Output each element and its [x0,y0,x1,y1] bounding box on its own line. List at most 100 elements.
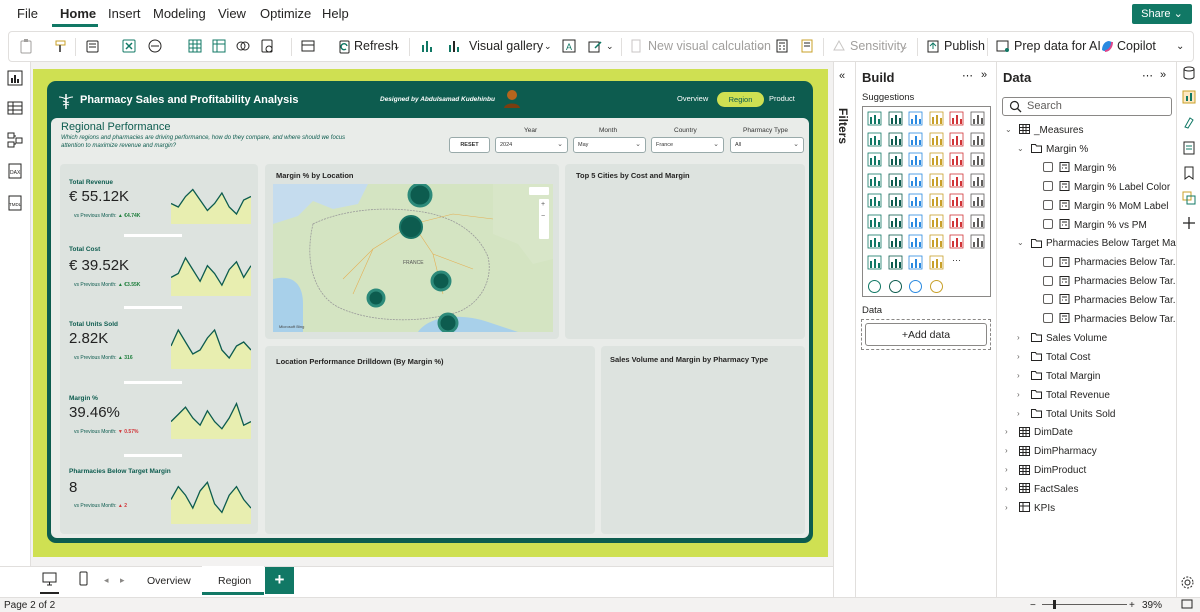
refresh-icon[interactable] [337,39,353,55]
data-search-input[interactable]: Search [1002,97,1172,116]
copilot-icon[interactable] [1099,38,1115,54]
100-column-visual-icon[interactable] [970,111,985,126]
drilldown-card[interactable] [265,346,595,534]
qa-visual-icon[interactable] [908,214,923,229]
nav-product[interactable]: Product [769,94,795,103]
field-measure[interactable]: Pharmacies Below Tar... [1043,313,1181,325]
build-more-icon[interactable]: ⋯ [962,69,973,82]
paste-icon[interactable] [19,38,35,54]
france-map[interactable]: FRANCE Microsoft Bing + − [273,184,553,332]
table-view-icon[interactable] [7,100,23,116]
new-visual-icon[interactable] [419,38,435,54]
paginated-visual-icon[interactable] [949,214,964,229]
field-measure[interactable]: Pharmacies Below Tar... [1043,294,1181,306]
field-folder[interactable]: ⌄ Pharmacies Below Target Ma... [1017,238,1184,249]
field-folder[interactable]: ⌄ Margin % [1017,144,1088,155]
field-folder[interactable]: › Sales Volume [1017,333,1107,344]
python-visual-visual-icon[interactable] [970,193,985,208]
filter-pharmacy-type-dropdown[interactable]: All ⌄ [730,137,804,153]
add-page-button[interactable]: + [265,567,294,594]
field-folder[interactable]: › Total Cost [1017,352,1090,363]
page-tab-overview[interactable]: Overview [147,575,191,587]
donut-visual-icon[interactable] [970,152,985,167]
menu-help[interactable]: Help [322,6,349,21]
custom-f-visual-icon[interactable] [929,255,944,270]
field-checkbox[interactable] [1043,275,1053,286]
model-view-icon[interactable] [7,132,23,148]
onelake-icon[interactable] [147,38,163,54]
custom-d-visual-icon[interactable] [888,255,903,270]
nav-overview[interactable]: Overview [677,94,708,103]
treemap-visual-icon[interactable] [867,173,882,188]
field-checkbox[interactable] [1043,256,1053,267]
decomposition-tree-visual-icon[interactable] [888,214,903,229]
menu-view[interactable]: View [218,6,246,21]
field-measure[interactable]: Margin % MoM Label [1043,199,1168,212]
100-bar-visual-icon[interactable] [949,111,964,126]
line-clustered-column-visual-icon[interactable] [970,132,985,147]
field-folder[interactable]: › Total Margin [1017,371,1100,382]
nav-region[interactable]: Region [717,92,764,107]
excel-icon[interactable] [121,38,137,54]
prep-data-ai-icon[interactable] [995,38,1011,54]
prev-page-icon[interactable]: ◂ [104,575,109,586]
filters-pane-label[interactable]: Filters [836,108,850,144]
field-table[interactable]: › KPIs [1005,502,1055,514]
copilot-button[interactable]: Copilot [1117,39,1156,53]
share-button[interactable]: Share ⌄ [1132,4,1192,24]
desktop-layout-icon[interactable] [42,572,57,586]
kpi-visual-icon[interactable] [867,193,882,208]
ai-visual-b-icon[interactable] [888,279,903,294]
gauge-visual-icon[interactable] [929,173,944,188]
top5-cities-card[interactable] [565,164,805,339]
prep-data-ai-button[interactable]: Prep data for AI [1014,39,1101,53]
menu-home[interactable]: Home [60,6,96,21]
page-tab-region[interactable]: Region [218,575,251,587]
table-visual-icon[interactable] [908,193,923,208]
add-data-button[interactable]: +Add data [865,323,987,346]
chevron-right-icon[interactable]: › [1017,333,1020,342]
map-visual-icon[interactable] [888,173,903,188]
format-pane-icon[interactable] [1182,116,1196,130]
menu-modeling[interactable]: Modeling [153,6,206,21]
card-visual-icon[interactable] [949,173,964,188]
matrix-visual-icon[interactable] [929,193,944,208]
data-collapse-icon[interactable]: » [1160,69,1166,81]
arcgis-visual-icon[interactable] [970,214,985,229]
line-visual-icon[interactable] [867,132,882,147]
narrative-visual-icon[interactable] [929,214,944,229]
dax-query-view-icon[interactable]: DAX [7,163,23,179]
more-visual-icon[interactable]: ··· [949,255,964,270]
map-bubble[interactable] [366,288,386,308]
pie-visual-icon[interactable] [949,152,964,167]
chevron-down-icon[interactable]: ⌄ [1005,125,1012,134]
funnel-visual-icon[interactable] [908,152,923,167]
r-visual-visual-icon[interactable] [949,193,964,208]
field-measure[interactable]: Margin % [1043,162,1116,174]
field-checkbox[interactable] [1043,218,1053,229]
menu-insert[interactable]: Insert [108,6,141,21]
field-table[interactable]: › FactSales [1005,483,1078,495]
filters-pane-icon[interactable] [1182,141,1196,155]
azure-map-visual-icon[interactable] [908,173,923,188]
menu-optimize[interactable]: Optimize [260,6,311,21]
map-bubble[interactable] [437,312,459,332]
chevron-right-icon[interactable]: › [1017,352,1020,361]
new-measure-icon[interactable] [774,38,790,54]
selection-pane-icon[interactable] [1182,191,1196,205]
map-bubble[interactable] [407,184,433,208]
stacked-bar-visual-icon[interactable] [867,111,882,126]
power-apps-visual-icon[interactable] [867,234,882,249]
data-more-icon[interactable]: ⋯ [1142,69,1153,82]
chevron-down-icon[interactable]: ⌄ [1017,238,1024,247]
stacked-area-visual-icon[interactable] [908,132,923,147]
chevron-right-icon[interactable]: › [1005,484,1008,493]
ribbon-visual-icon[interactable] [867,152,882,167]
publish-button[interactable]: Publish [944,39,985,53]
field-table[interactable]: › DimProduct [1005,464,1086,476]
format-painter-icon[interactable] [53,38,69,54]
field-measure[interactable]: Margin % vs PM [1043,218,1147,231]
field-measure[interactable]: Pharmacies Below Tar... [1043,275,1181,287]
filter-country-dropdown[interactable]: France ⌄ [651,137,724,153]
sales-volume-card[interactable] [601,346,805,534]
